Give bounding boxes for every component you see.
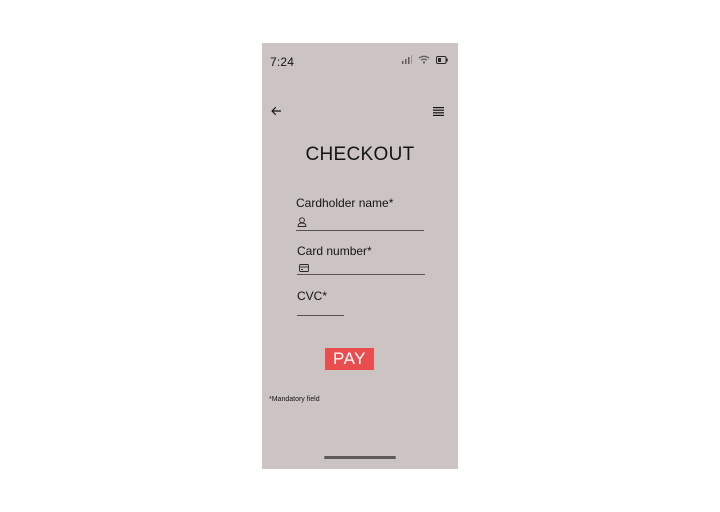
phone-screen: 7:24 CHECKOUT Cardholder name* Card numb… — [262, 43, 458, 469]
cvc-label: CVC* — [297, 289, 328, 303]
card-number-label: Card number* — [297, 244, 372, 258]
status-icons — [402, 55, 448, 64]
hamburger-menu-icon[interactable] — [433, 106, 444, 116]
status-time: 7:24 — [270, 55, 295, 69]
mandatory-field-note: *Mandatory field — [269, 396, 320, 403]
card-number-input[interactable] — [297, 274, 425, 275]
page-title: CHECKOUT — [305, 144, 415, 165]
signal-icon — [402, 55, 412, 64]
cardholder-name-label: Cardholder name* — [296, 196, 394, 210]
wifi-icon — [418, 55, 430, 64]
cardholder-name-input[interactable] — [296, 230, 424, 231]
arrow-left-icon[interactable] — [270, 105, 282, 117]
battery-icon — [436, 55, 448, 64]
person-icon — [297, 217, 307, 227]
cvc-input[interactable] — [297, 315, 344, 316]
home-indicator[interactable] — [324, 456, 396, 459]
pay-button[interactable]: PAY — [325, 348, 374, 370]
credit-card-icon — [299, 264, 309, 272]
